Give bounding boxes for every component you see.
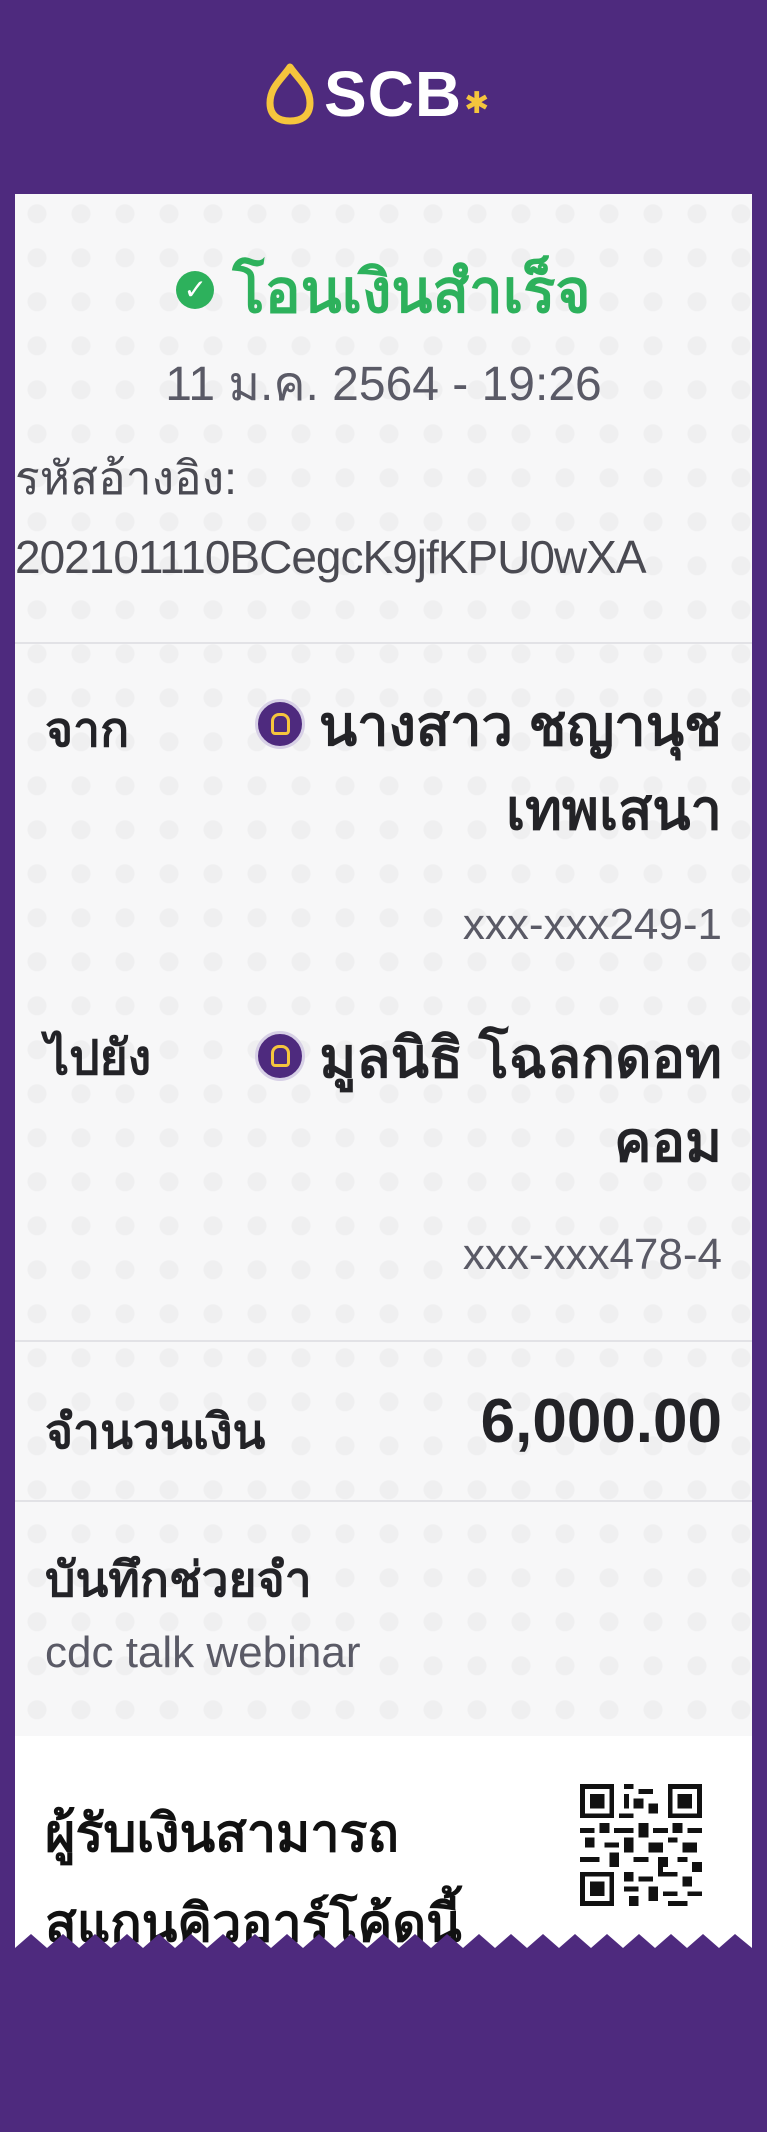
- to-account: xxx-xxx478-4: [462, 1230, 722, 1279]
- reference-label: รหัสอ้างอิง:: [15, 452, 237, 504]
- transaction-datetime: 11 ม.ค. 2564 - 19:26: [165, 358, 602, 411]
- to-name-line1: มูลนิธิ โฉลกดอท: [319, 1026, 722, 1089]
- from-name-line1: นางสาว ชญานุช: [318, 694, 722, 757]
- divider: [15, 1500, 752, 1502]
- reference-value: 202101110BCegcK9jfKPU0wXA: [15, 531, 646, 583]
- amount-label: จำนวนเงิน: [45, 1406, 266, 1459]
- bank-icon: [255, 1031, 306, 1082]
- qr-panel: ผู้รับเงินสามารถ สแกนคิวอาร์โค้ดนี้: [15, 1736, 752, 1964]
- memo-value: cdc talk webinar: [45, 1628, 361, 1677]
- bank-icon: [254, 699, 305, 750]
- to-label: ไปยัง: [45, 1032, 152, 1085]
- amount-value: 6,000.00: [480, 1387, 722, 1456]
- qr-instruction-line1: ผู้รับเงินสามารถ: [45, 1805, 399, 1863]
- from-name-line2: เทพเสนา: [505, 778, 722, 841]
- logo-text: SCB: [324, 58, 463, 130]
- scb-logo: SCB ✱: [262, 62, 489, 126]
- status-title: ✓ โอนเงินสำเร็จ: [15, 244, 752, 339]
- receipt-torn-edge: [15, 1934, 752, 1964]
- status-text: โอนเงินสำเร็จ: [232, 258, 591, 325]
- from-account: xxx-xxx249-1: [462, 900, 722, 949]
- divider: [15, 1340, 752, 1342]
- transfer-receipt: ✓ โอนเงินสำเร็จ 11 ม.ค. 2564 - 19:26 รหัส…: [15, 194, 752, 1964]
- scb-siam-icon: [266, 63, 314, 125]
- divider: [15, 642, 752, 644]
- header: SCB ✱: [0, 0, 767, 194]
- to-name-line2: คอม: [613, 1110, 722, 1173]
- check-circle-icon: ✓: [176, 271, 215, 310]
- to-name: มูลนิธิ โฉลกดอท คอม: [255, 1016, 722, 1184]
- memo-label: บันทึกช่วยจำ: [45, 1554, 312, 1607]
- from-label: จาก: [45, 704, 130, 757]
- logo-star-icon: ✱: [464, 86, 490, 120]
- from-name: นางสาว ชญานุช เทพเสนา: [254, 684, 722, 852]
- qr-code: [580, 1784, 702, 1906]
